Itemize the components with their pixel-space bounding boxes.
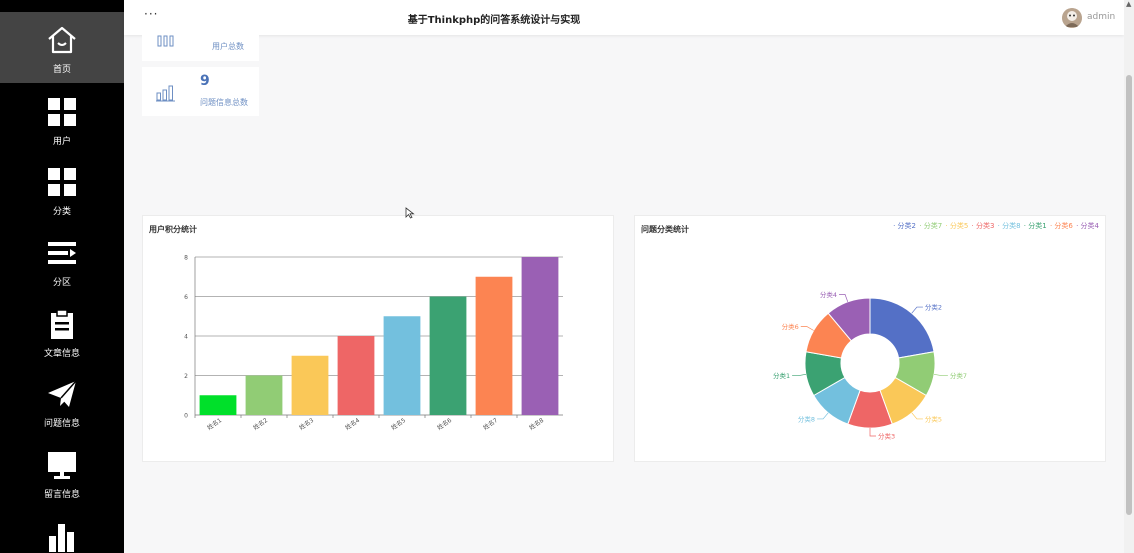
- slice-label-line: [839, 294, 849, 303]
- sidebar-item-category[interactable]: 分类: [0, 154, 124, 225]
- y-tick-label: 2: [184, 373, 188, 380]
- slice-label: 分类3: [878, 432, 895, 441]
- question-category-donut-chart: 分类2 分类7 分类5 分类3 分类8 分类1 分类6 分类4: [773, 290, 967, 441]
- username[interactable]: admin: [1087, 12, 1115, 22]
- bar-姓名2: [245, 375, 283, 415]
- y-tick-label: 0: [184, 413, 188, 420]
- bar-姓名3: [291, 355, 329, 415]
- slice-label: 分类7: [950, 371, 967, 380]
- user-points-panel: 用户积分统计 0 2 4 6 8 姓名1 姓名2 姓名3 姓名4 姓名5 姓名6 姓名7 姓名8: [142, 215, 614, 462]
- sidebar: 首页 用户 分类 分区 文章信息 问题信息 留言信息: [0, 0, 124, 553]
- bar-姓名8: [521, 257, 559, 415]
- scrollbar[interactable]: ▲: [1124, 0, 1134, 553]
- x-tick-label: 姓名3: [298, 416, 316, 432]
- stat-card-users: 用户总数: [142, 35, 259, 61]
- monitor-icon: [48, 452, 76, 479]
- x-tick-label: 姓名6: [436, 416, 454, 432]
- bar-姓名7: [475, 276, 513, 415]
- x-tick-label: 姓名1: [206, 416, 224, 432]
- slice-label: 分类5: [925, 414, 942, 423]
- slice-label: 分类1: [773, 371, 790, 380]
- slice-label: 分类8: [798, 414, 815, 423]
- grid-icon: [48, 98, 76, 126]
- slice-label: 分类2: [925, 303, 942, 312]
- sidebar-item-label: 分区: [52, 278, 71, 288]
- sidebar-item-messages[interactable]: 留言信息: [0, 437, 124, 508]
- x-tick-label: 姓名5: [390, 416, 408, 432]
- slice-label: 分类4: [820, 290, 837, 299]
- bar-姓名4: [337, 336, 375, 415]
- clipboard-icon: [51, 309, 73, 339]
- page-title: 基于Thinkphp的问答系统设计与实现: [407, 15, 581, 26]
- avatar[interactable]: [1062, 8, 1082, 28]
- sidebar-item-label: 分类: [52, 207, 71, 217]
- stat-label: 用户总数: [212, 42, 244, 51]
- bar-chart-icon: [49, 524, 74, 552]
- stat-value: 9: [200, 73, 210, 89]
- stat-label: 问题信息总数: [200, 98, 248, 107]
- slice-label-line: [933, 373, 948, 377]
- list-icon: [48, 242, 76, 264]
- x-tick-label: 姓名7: [482, 416, 500, 432]
- bar-姓名6: [429, 296, 467, 415]
- slice-label: 分类6: [782, 322, 799, 331]
- sidebar-item-label: 问题信息: [43, 419, 80, 429]
- scroll-up-arrow-icon[interactable]: ▲: [1126, 0, 1131, 8]
- bar-chart-icon: [156, 85, 175, 102]
- avatar-icon: [1062, 8, 1082, 28]
- stat-card-questions: 9 问题信息总数: [142, 67, 259, 116]
- home-icon: [48, 26, 76, 54]
- y-tick-label: 6: [184, 294, 188, 301]
- slice-label-line: [869, 428, 876, 437]
- slice-label-line: [817, 412, 829, 420]
- send-icon: [48, 380, 77, 407]
- x-tick-label: 姓名2: [252, 416, 270, 432]
- sidebar-item-questions[interactable]: 问题信息: [0, 366, 124, 437]
- user-points-bar-chart: 0 2 4 6 8 姓名1 姓名2 姓名3 姓名4 姓名5 姓名6 姓名7 姓名8: [184, 255, 563, 432]
- sidebar-item-label: 首页: [52, 65, 71, 75]
- sidebar-item-label: 留言信息: [43, 490, 80, 500]
- sidebar-item-users[interactable]: 用户: [0, 84, 124, 155]
- x-tick-label: 姓名8: [528, 416, 546, 432]
- grid-icon: [48, 168, 76, 196]
- scroll-thumb[interactable]: [1126, 75, 1132, 515]
- sidebar-item-statistics[interactable]: [0, 508, 124, 553]
- y-tick-label: 8: [184, 255, 188, 262]
- top-header: ··· 基于Thinkphp的问答系统设计与实现 admin: [124, 0, 1124, 35]
- slice-label-line: [792, 373, 807, 377]
- bar-姓名5: [383, 316, 421, 415]
- slice-label-line: [911, 306, 923, 314]
- bar-chart-icon: [157, 35, 174, 47]
- sidebar-item-label: 文章信息: [43, 349, 80, 359]
- bar-姓名1: [199, 395, 237, 415]
- slice-label-line: [911, 412, 923, 420]
- x-tick-label: 姓名4: [344, 416, 362, 432]
- sidebar-item-home[interactable]: 首页: [0, 12, 124, 83]
- mouse-cursor-icon: [405, 207, 415, 219]
- y-tick-label: 4: [184, 334, 188, 341]
- sidebar-item-label: 用户: [52, 137, 71, 147]
- sidebar-item-section[interactable]: 分区: [0, 225, 124, 296]
- slice-label-line: [800, 326, 814, 331]
- sidebar-item-articles[interactable]: 文章信息: [0, 296, 124, 367]
- question-category-panel: 问题分类统计 · 分类2 · 分类7 · 分类5 · 分类3 · 分类8 · 分…: [634, 215, 1106, 462]
